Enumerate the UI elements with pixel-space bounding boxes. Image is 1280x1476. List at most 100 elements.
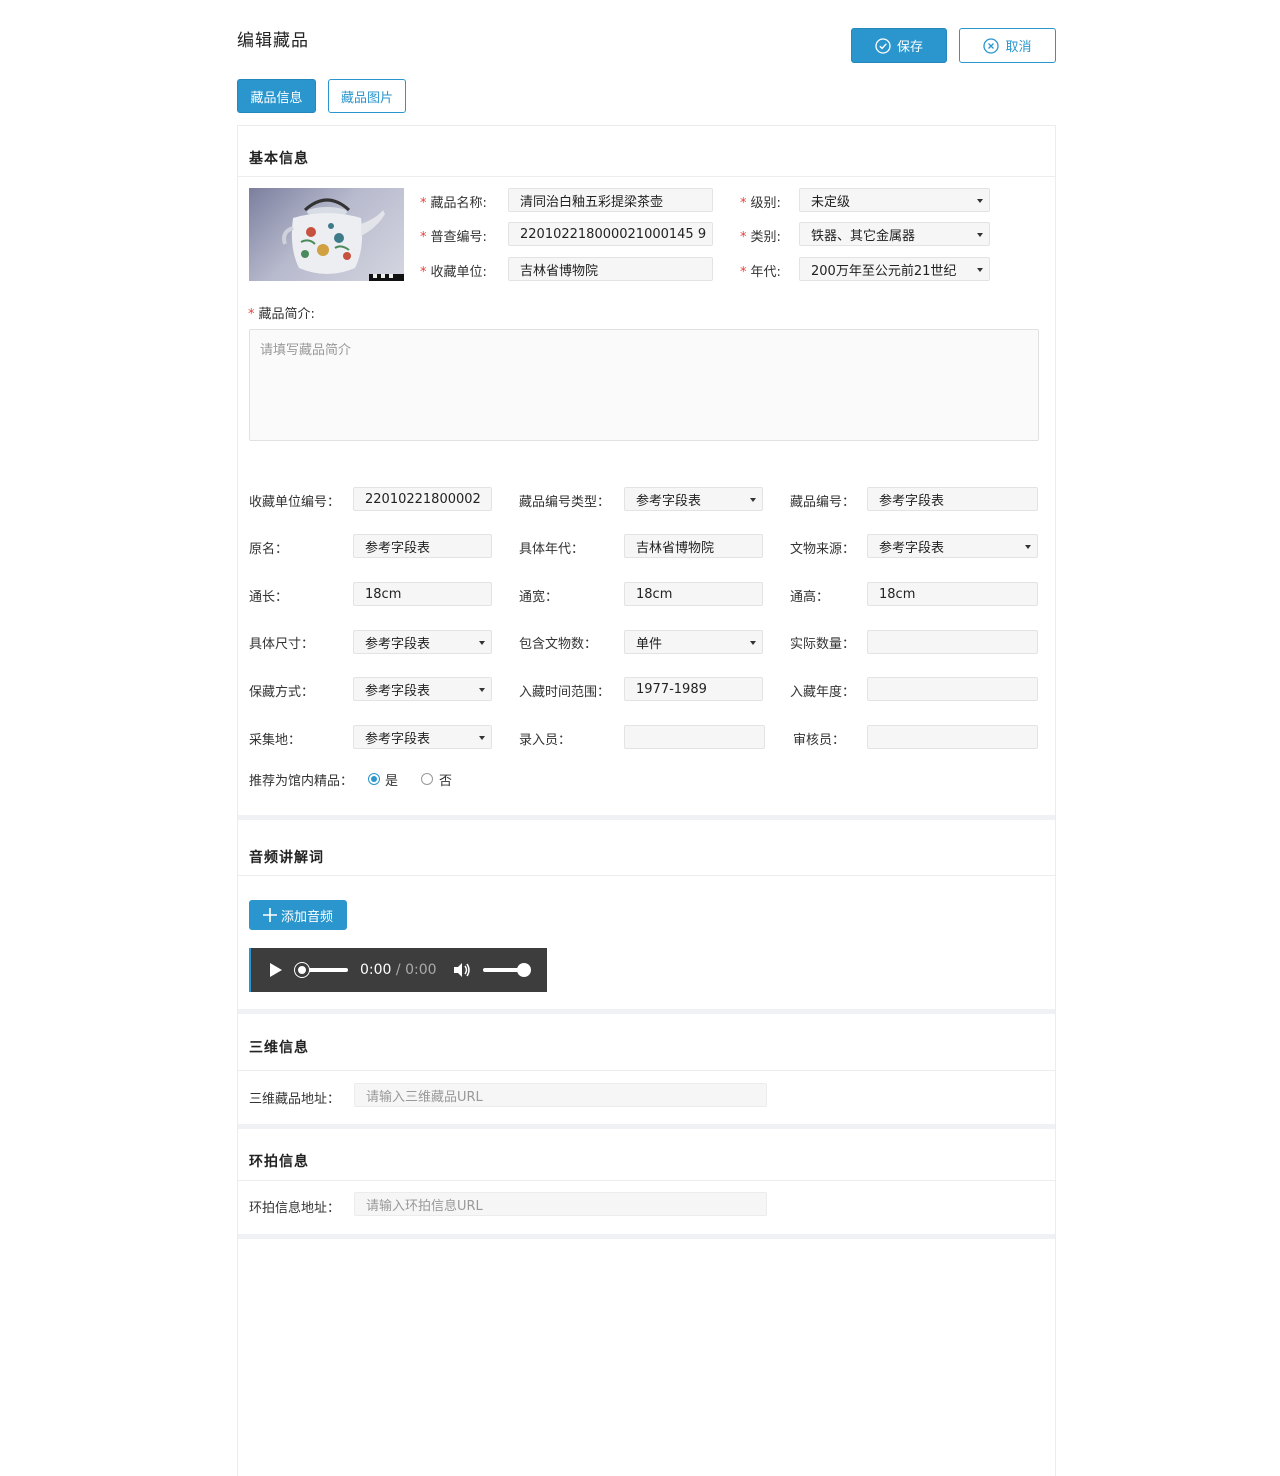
save-button-label: 保存	[896, 40, 923, 55]
audio-progress-thumb[interactable]	[295, 963, 309, 977]
required-mark: *	[420, 230, 427, 245]
audio-progress-track[interactable]	[295, 963, 348, 977]
intro-label: * 藏品简介:	[248, 307, 315, 322]
panorama-section-title: 环拍信息	[249, 1154, 309, 1170]
reviewer-label: 审核员：	[793, 733, 846, 748]
section-separator	[238, 1009, 1055, 1014]
recorder-label: 录入员：	[519, 733, 572, 748]
actual-count-field[interactable]	[867, 630, 1038, 654]
edit-panel: 基本信息 * 藏品名称: 清同治白釉五彩提梁茶壶 * 级别: 未定级 * 普查编号: …	[237, 125, 1056, 1476]
plus-icon	[262, 908, 277, 922]
collection-thumbnail[interactable]	[249, 188, 404, 281]
unit-label: * 收藏单位:	[420, 265, 487, 280]
close-circle-icon	[983, 37, 1000, 54]
reviewer-field[interactable]	[867, 725, 1038, 749]
width-label: 通宽：	[519, 590, 559, 605]
actual-count-label: 实际数量：	[790, 637, 856, 652]
divider	[238, 176, 1055, 177]
category-label: * 类别:	[740, 230, 781, 245]
divider	[238, 1070, 1055, 1071]
code-type-label: 藏品编号类型：	[519, 495, 611, 510]
section-separator	[238, 1124, 1055, 1129]
section-separator	[238, 1234, 1055, 1239]
audio-player: 0:00 / 0:00	[249, 948, 547, 992]
orig-name-label: 原名：	[249, 542, 289, 557]
required-mark: *	[420, 265, 427, 280]
survey-field[interactable]: 220102218000021000145 9	[508, 222, 713, 246]
required-mark: *	[740, 265, 747, 280]
unit-field[interactable]: 吉林省博物院	[508, 257, 713, 281]
page-title: 编辑藏品	[237, 31, 309, 51]
section-separator	[238, 815, 1055, 820]
duration: / 0:00	[395, 962, 437, 978]
source-label: 文物来源：	[790, 542, 856, 557]
current-time: 0:00	[360, 962, 392, 978]
code-type-select[interactable]: 参考字段表	[624, 487, 763, 511]
audio-section-title: 音频讲解词	[249, 850, 324, 866]
source-select[interactable]: 参考字段表	[867, 534, 1038, 558]
tab-collection-info[interactable]: 藏品信息	[237, 79, 316, 113]
place-label: 采集地：	[249, 733, 302, 748]
recommend-no-radio[interactable]	[421, 773, 433, 785]
volume-icon[interactable]	[453, 962, 471, 978]
required-mark: *	[420, 196, 427, 211]
teapot-image	[282, 198, 404, 281]
height-label: 通高：	[790, 590, 830, 605]
recommend-yes-label: 是	[385, 774, 399, 789]
code-field[interactable]: 参考字段表	[867, 487, 1038, 511]
period-field[interactable]: 1977-1989	[624, 677, 763, 701]
three-d-url-label: 三维藏品地址：	[249, 1092, 341, 1107]
era-select[interactable]: 200万年至公元前21世纪	[799, 257, 990, 281]
three-d-section-title: 三维信息	[249, 1040, 309, 1056]
width-field[interactable]: 18cm	[624, 582, 763, 606]
required-mark: *	[248, 307, 255, 322]
panorama-url-label: 环拍信息地址：	[249, 1201, 341, 1216]
recorder-field[interactable]	[624, 725, 765, 749]
tab-collection-images[interactable]: 藏品图片	[328, 79, 406, 113]
orig-name-field[interactable]: 参考字段表	[353, 534, 492, 558]
size-select[interactable]: 参考字段表	[353, 630, 492, 654]
length-field[interactable]: 18cm	[353, 582, 492, 606]
era-label: * 年代:	[740, 265, 781, 280]
divider	[238, 1180, 1055, 1181]
add-audio-label: 添加音频	[280, 909, 333, 925]
place-select[interactable]: 参考字段表	[353, 725, 492, 749]
basic-info-title: 基本信息	[249, 151, 309, 167]
three-d-url-input[interactable]: 请输入三维藏品URL	[354, 1083, 767, 1107]
storage-select[interactable]: 参考字段表	[353, 677, 492, 701]
level-label: * 级别:	[740, 196, 781, 211]
period-label: 入藏时间范围：	[519, 685, 611, 700]
unit-code-field[interactable]: 22010221800002	[353, 487, 492, 511]
volume-track[interactable]	[482, 963, 531, 977]
name-label: * 藏品名称:	[420, 196, 487, 211]
height-field[interactable]: 18cm	[867, 582, 1038, 606]
size-label: 具体尺寸：	[249, 637, 315, 652]
audio-time: 0:00 / 0:00	[360, 962, 437, 978]
specific-era-label: 具体年代：	[519, 542, 585, 557]
recommend-no-label: 否	[439, 774, 453, 789]
play-icon[interactable]	[269, 962, 283, 978]
count-label: 包含文物数：	[519, 637, 598, 652]
storage-label: 保藏方式：	[249, 685, 315, 700]
name-field[interactable]: 清同治白釉五彩提梁茶壶	[508, 188, 713, 212]
count-select[interactable]: 单件	[624, 630, 763, 654]
volume-thumb[interactable]	[516, 963, 531, 977]
specific-era-field[interactable]: 吉林省博物院	[624, 534, 763, 558]
cancel-button[interactable]: 取消	[959, 28, 1056, 63]
divider	[238, 875, 1055, 876]
check-circle-icon	[875, 37, 891, 54]
required-mark: *	[740, 196, 747, 211]
recommend-label: 推荐为馆内精品：	[249, 774, 354, 789]
year-label: 入藏年度：	[790, 685, 856, 700]
level-select[interactable]: 未定级	[799, 188, 990, 212]
year-field[interactable]	[867, 677, 1038, 701]
panorama-url-input[interactable]: 请输入环拍信息URL	[354, 1192, 767, 1216]
recommend-yes-radio[interactable]	[368, 773, 380, 785]
survey-label: * 普查编号:	[420, 230, 487, 245]
required-mark: *	[740, 230, 747, 245]
save-button[interactable]: 保存	[851, 28, 947, 63]
add-audio-button[interactable]: 添加音频	[249, 900, 347, 930]
category-select[interactable]: 铁器、其它金属器	[799, 222, 990, 246]
intro-textarea[interactable]: 请填写藏品简介	[249, 329, 1039, 441]
unit-code-label: 收藏单位编号：	[249, 495, 341, 510]
